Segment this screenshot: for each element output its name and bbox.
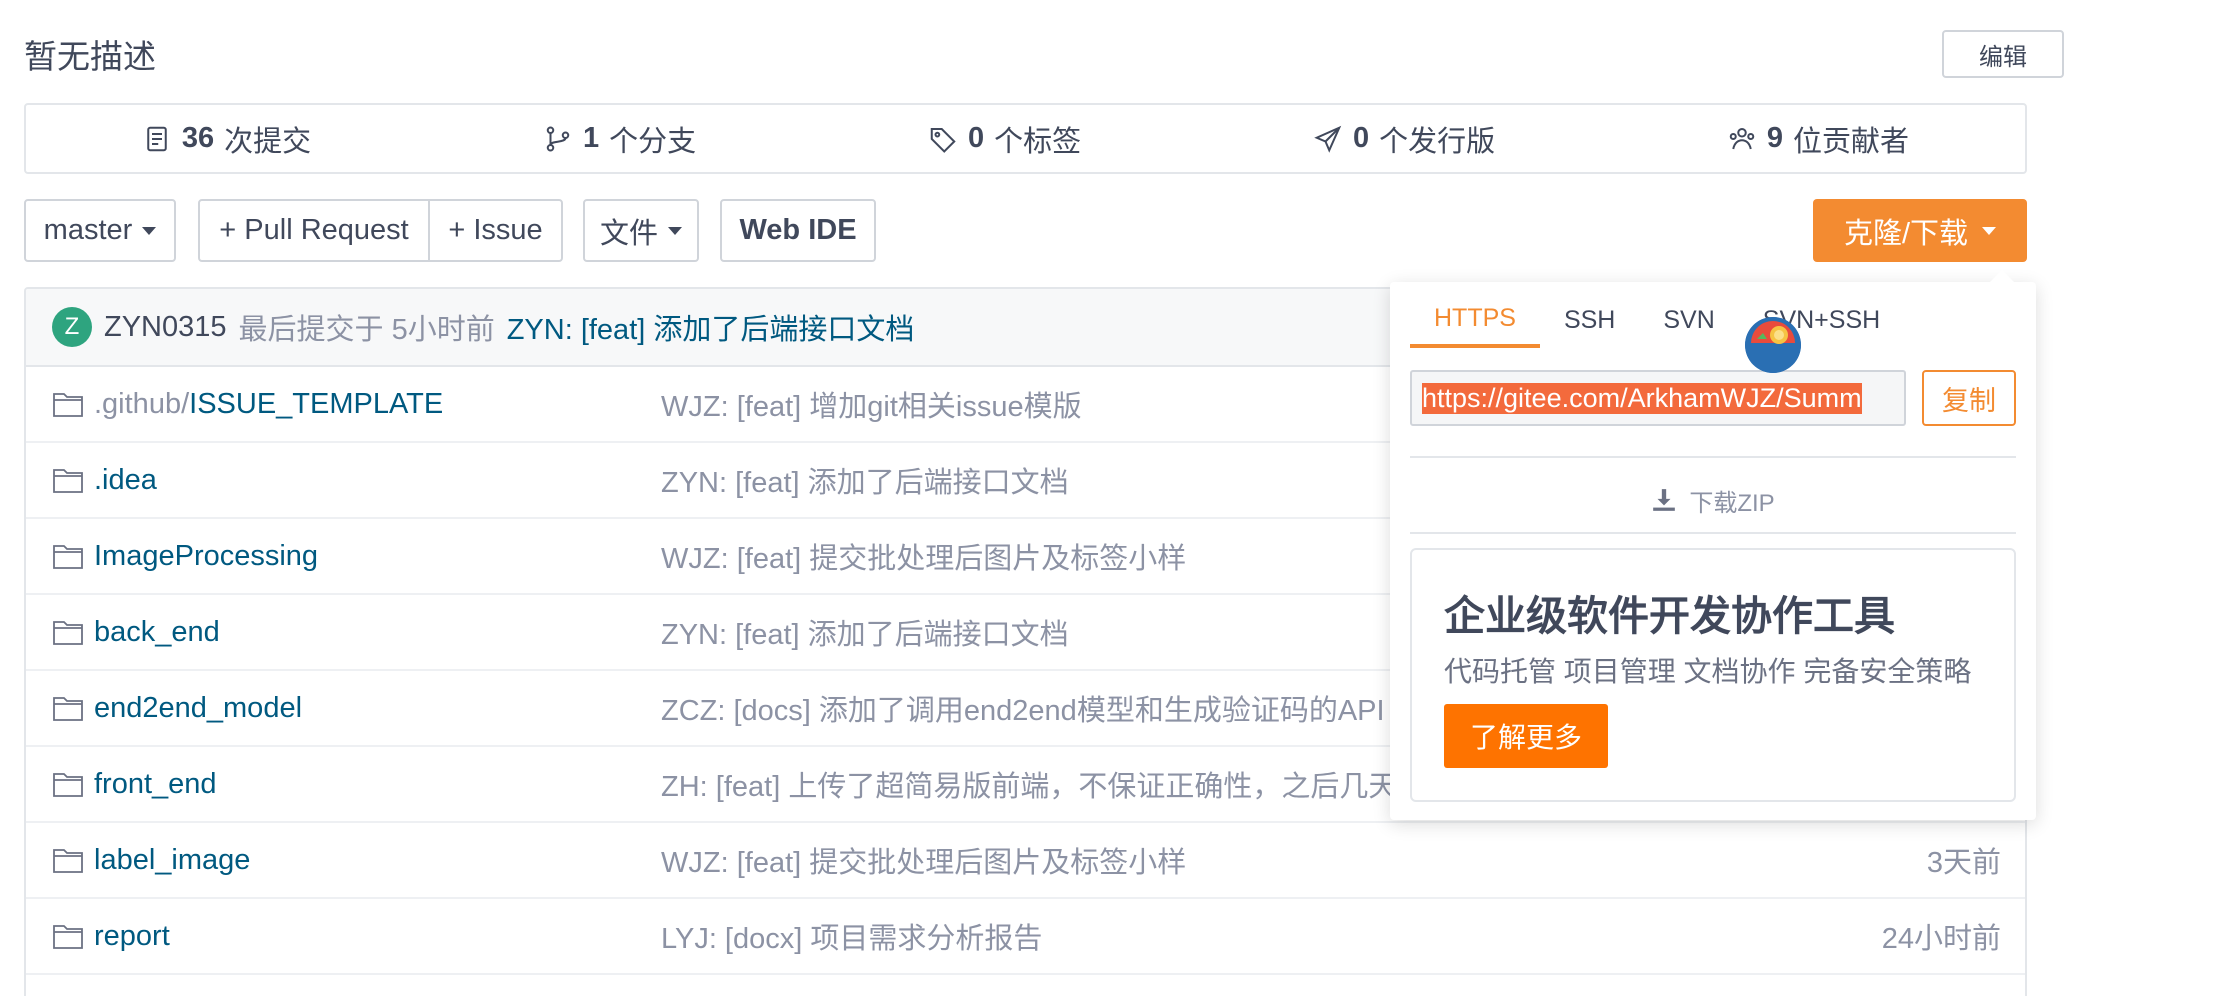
chevron-down-icon <box>1982 226 1997 235</box>
folder-icon <box>53 621 83 645</box>
repo-description: 暂无描述 <box>24 38 156 75</box>
file-name-link[interactable]: back_end <box>52 616 220 649</box>
branch-icon <box>546 125 570 151</box>
stat-branches-label: 个分支 <box>609 125 697 158</box>
folder-icon <box>53 773 83 797</box>
file-commit-message[interactable]: LYJ: [docx] 项目需求分析报告 <box>661 915 1042 957</box>
repo-stats-bar: 36 次提交 1 个分支 0 个标签 0 个发行版 9 位贡献者 <box>24 103 2027 174</box>
clone-download-label: 克隆/下载 <box>1843 217 1969 250</box>
clone-protocol-tabs: HTTPS SSH SVN SVN+SSH <box>1410 292 2016 348</box>
folder-icon <box>53 925 83 949</box>
download-zip-link[interactable]: 下载ZIP <box>1390 478 2036 522</box>
avatar[interactable]: Z <box>52 307 92 347</box>
stat-releases-count: 0 <box>1352 122 1370 154</box>
floating-badge-icon[interactable] <box>1745 317 1801 373</box>
clone-url-input[interactable]: https://gitee.com/ArkhamWJZ/Summ <box>1410 370 1906 426</box>
web-ide-button[interactable]: Web IDE <box>720 199 876 262</box>
stat-branches[interactable]: 1 个分支 <box>543 118 696 160</box>
contributors-icon <box>1729 127 1755 149</box>
file-name: ImageProcessing <box>94 539 319 572</box>
issue-button[interactable]: + Issue <box>430 201 561 260</box>
file-commit-time: 3天前 <box>1926 847 2001 879</box>
stat-tags-label: 个标签 <box>994 125 1082 158</box>
file-commit-message[interactable]: ZH: [feat] 上传了超简易版前端，不保证正确性，之后几天完 <box>661 763 1426 805</box>
tab-ssh[interactable]: SSH <box>1540 292 1639 348</box>
promo-title: 企业级软件开发协作工具 <box>1444 593 1895 639</box>
release-icon <box>1314 125 1342 153</box>
stat-tags[interactable]: 0 个标签 <box>928 118 1081 160</box>
file-name-link[interactable]: .github/ISSUE_TEMPLATE <box>52 388 443 421</box>
file-name-link[interactable]: front_end <box>52 768 217 801</box>
file-name: label_image <box>94 843 251 876</box>
fruit-icon <box>1745 317 1801 373</box>
download-icon <box>1653 489 1676 511</box>
file-commit-message[interactable]: ZYN: [feat] 添加了后端接口文档 <box>661 611 1069 653</box>
stat-branches-count: 1 <box>583 122 600 154</box>
promo-card: 企业级软件开发协作工具 代码托管 项目管理 文档协作 完备安全策略 了解更多 <box>1410 548 2016 802</box>
download-zip-label: 下载ZIP <box>1689 489 1775 517</box>
file-menu-label: 文件 <box>599 217 658 250</box>
file-commit-message[interactable]: WJZ: [feat] 增加git相关issue模版 <box>661 383 1082 425</box>
clone-dropdown-panel: HTTPS SSH SVN SVN+SSH https://gitee.com/… <box>1390 270 2036 820</box>
tab-https[interactable]: HTTPS <box>1410 292 1540 348</box>
folder-icon <box>53 393 83 417</box>
tag-icon <box>930 127 956 153</box>
divider <box>1410 456 2016 458</box>
file-name: end2end_model <box>94 691 303 724</box>
chevron-down-icon <box>668 226 682 235</box>
stat-releases-label: 个发行版 <box>1379 125 1496 158</box>
divider <box>1410 532 2016 534</box>
table-row: label_image WJZ: [feat] 提交批处理后图片及标签小样 3天… <box>26 823 2025 899</box>
stat-contributors[interactable]: 9 位贡献者 <box>1727 118 1909 160</box>
file-name: report <box>94 919 170 952</box>
file-commit-message[interactable]: ZYN: [feat] 添加了后端接口文档 <box>661 459 1069 501</box>
branch-select-label: master <box>43 214 133 246</box>
commit-meta: 最后提交于 5小时前 <box>238 314 495 346</box>
learn-more-button[interactable]: 了解更多 <box>1444 704 1608 768</box>
file-name-link[interactable]: ImageProcessing <box>52 540 318 573</box>
file-menu-button[interactable]: 文件 <box>583 199 699 262</box>
stat-commits[interactable]: 36 次提交 <box>142 118 311 160</box>
file-path-prefix: .github/ <box>94 387 190 420</box>
stat-contributors-label: 位贡献者 <box>1793 125 1910 158</box>
stat-contributors-count: 9 <box>1766 122 1784 154</box>
file-commit-message[interactable]: WJZ: [feat] 提交批处理后图片及标签小样 <box>661 839 1186 881</box>
tab-svn[interactable]: SVN <box>1639 292 1738 348</box>
chevron-down-icon <box>142 226 157 235</box>
branch-select[interactable]: master <box>24 199 176 262</box>
file-name: ISSUE_TEMPLATE <box>189 387 444 420</box>
promo-subtitle: 代码托管 项目管理 文档协作 完备安全策略 <box>1444 656 1972 687</box>
pull-request-button[interactable]: + Pull Request <box>200 201 430 260</box>
file-name-link[interactable]: label_image <box>52 844 250 877</box>
clone-url-text: https://gitee.com/ArkhamWJZ/Summ <box>1422 382 1862 414</box>
folder-icon <box>53 849 83 873</box>
file-commit-time: 24小时前 <box>1881 923 2001 955</box>
commit-icon <box>147 126 167 151</box>
copy-button[interactable]: 复制 <box>1922 370 2016 426</box>
stat-tags-count: 0 <box>967 122 985 154</box>
file-commit-message[interactable]: WJZ: [feat] 提交批处理后图片及标签小样 <box>661 535 1186 577</box>
folder-icon <box>53 545 83 569</box>
file-name-link[interactable]: end2end_model <box>52 692 302 725</box>
clone-download-button[interactable]: 克隆/下载 <box>1813 199 2027 262</box>
file-name: front_end <box>94 767 217 800</box>
folder-icon <box>53 697 83 721</box>
pr-issue-group: + Pull Request + Issue <box>198 199 563 262</box>
stat-releases[interactable]: 0 个发行版 <box>1313 118 1495 160</box>
file-commit-message[interactable]: ZCZ: [docs] 添加了调用end2end模型和生成验证码的API <box>661 687 1385 729</box>
folder-icon <box>53 469 83 493</box>
edit-button[interactable]: 编辑 <box>1942 30 2064 78</box>
table-row: report LYJ: [docx] 项目需求分析报告 24小时前 <box>26 899 2025 975</box>
file-name: back_end <box>94 615 220 648</box>
file-name: .idea <box>94 463 157 496</box>
commit-author[interactable]: ZYN0315 <box>104 311 227 344</box>
stat-commits-count: 36 <box>181 122 215 154</box>
file-name-link[interactable]: .idea <box>52 464 157 497</box>
commit-message-link[interactable]: ZYN: [feat] 添加了后端接口文档 <box>507 306 915 348</box>
stat-commits-label: 次提交 <box>224 125 312 158</box>
file-name-link[interactable]: report <box>52 920 170 953</box>
